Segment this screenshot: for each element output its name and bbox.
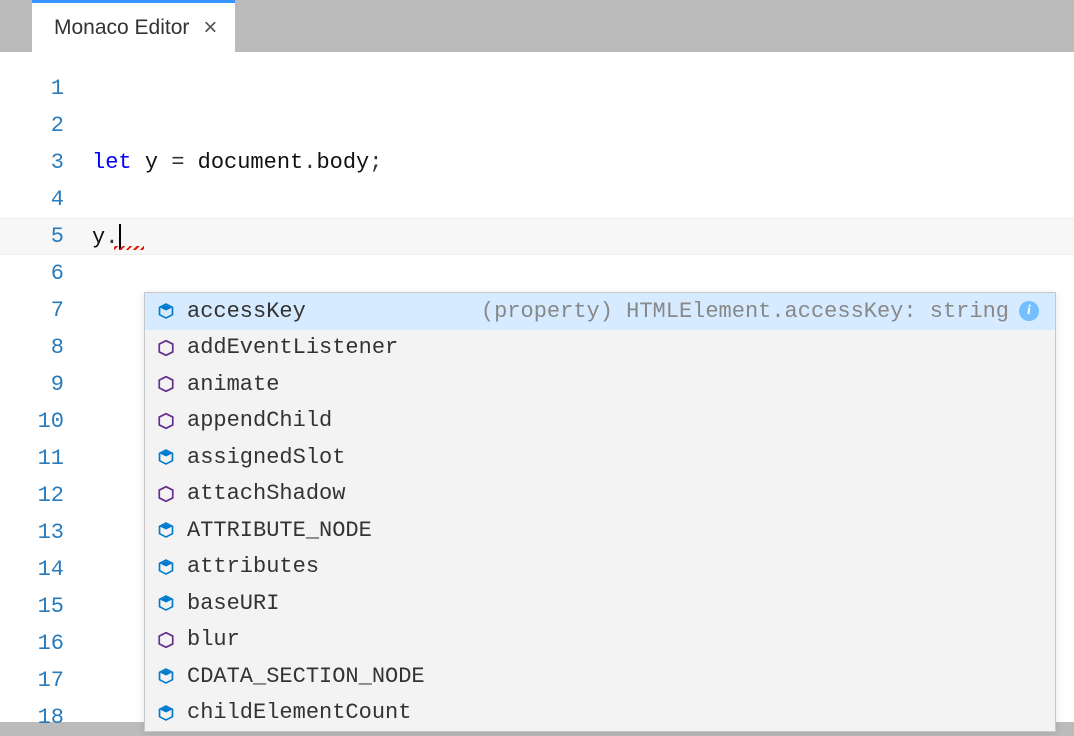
method-icon: [155, 337, 177, 359]
suggestion-label: ATTRIBUTE_NODE: [187, 518, 372, 543]
field-icon: [155, 592, 177, 614]
suggestion-label: blur: [187, 627, 240, 652]
editor-line[interactable]: 5y.: [0, 218, 1074, 255]
line-number: 10: [0, 409, 92, 434]
editor-line[interactable]: 6: [0, 255, 1074, 292]
method-icon: [155, 373, 177, 395]
line-number: 9: [0, 372, 92, 397]
suggestion-label: addEventListener: [187, 335, 398, 360]
suggestion-item[interactable]: attachShadow: [145, 476, 1055, 513]
line-number: 13: [0, 520, 92, 545]
suggestion-label: animate: [187, 372, 279, 397]
suggestion-item[interactable]: attributes: [145, 549, 1055, 586]
close-icon[interactable]: ×: [203, 16, 217, 40]
suggestion-item[interactable]: addEventListener: [145, 330, 1055, 367]
line-number: 17: [0, 668, 92, 693]
line-number: 2: [0, 113, 92, 138]
field-icon: [155, 446, 177, 468]
field-icon: [155, 665, 177, 687]
suggestion-item[interactable]: accessKey (property) HTMLElement.accessKe…: [145, 293, 1055, 330]
method-icon: [155, 410, 177, 432]
field-icon: [155, 519, 177, 541]
suggestion-label: attachShadow: [187, 481, 345, 506]
suggestion-label: assignedSlot: [187, 445, 345, 470]
tab-bar: Monaco Editor ×: [0, 0, 1074, 52]
field-icon: [155, 556, 177, 578]
error-squiggle: [114, 246, 144, 250]
suggestion-item[interactable]: assignedSlot: [145, 439, 1055, 476]
line-number: 11: [0, 446, 92, 471]
suggestion-label: baseURI: [187, 591, 279, 616]
suggestion-item[interactable]: blur: [145, 622, 1055, 659]
editor-line[interactable]: 1: [0, 70, 1074, 107]
line-number: 5: [0, 224, 92, 249]
line-number: 15: [0, 594, 92, 619]
info-icon[interactable]: i: [1019, 301, 1039, 321]
suggestion-detail: (property) HTMLElement.accessKey: string…: [481, 299, 1045, 324]
suggestion-label: appendChild: [187, 408, 332, 433]
line-number: 8: [0, 335, 92, 360]
suggestion-widget[interactable]: accessKey (property) HTMLElement.accessKe…: [144, 292, 1056, 732]
line-number: 6: [0, 261, 92, 286]
suggestion-item[interactable]: appendChild: [145, 403, 1055, 440]
field-icon: [155, 702, 177, 724]
method-icon: [155, 629, 177, 651]
line-number: 1: [0, 76, 92, 101]
method-icon: [155, 483, 177, 505]
editor-line[interactable]: 4: [0, 181, 1074, 218]
line-number: 4: [0, 187, 92, 212]
field-icon: [155, 300, 177, 322]
suggestion-item[interactable]: baseURI: [145, 585, 1055, 622]
line-number: 14: [0, 557, 92, 582]
suggestion-item[interactable]: childElementCount: [145, 695, 1055, 732]
line-number: 12: [0, 483, 92, 508]
tab-title: Monaco Editor: [54, 16, 189, 40]
suggestion-item[interactable]: animate: [145, 366, 1055, 403]
editor-line[interactable]: 3let y = document.body;: [0, 144, 1074, 181]
suggestion-item[interactable]: ATTRIBUTE_NODE: [145, 512, 1055, 549]
line-number: 16: [0, 631, 92, 656]
tab-monaco-editor[interactable]: Monaco Editor ×: [32, 0, 235, 52]
line-content[interactable]: let y = document.body;: [92, 150, 382, 175]
suggestion-label: attributes: [187, 554, 319, 579]
code-editor[interactable]: 123let y = document.body;45y.67891011121…: [0, 52, 1074, 722]
line-number: 3: [0, 150, 92, 175]
line-number: 7: [0, 298, 92, 323]
suggestion-label: CDATA_SECTION_NODE: [187, 664, 425, 689]
suggestion-item[interactable]: CDATA_SECTION_NODE: [145, 658, 1055, 695]
line-number: 18: [0, 705, 92, 730]
editor-line[interactable]: 2: [0, 107, 1074, 144]
suggestion-label: accessKey: [187, 299, 306, 324]
